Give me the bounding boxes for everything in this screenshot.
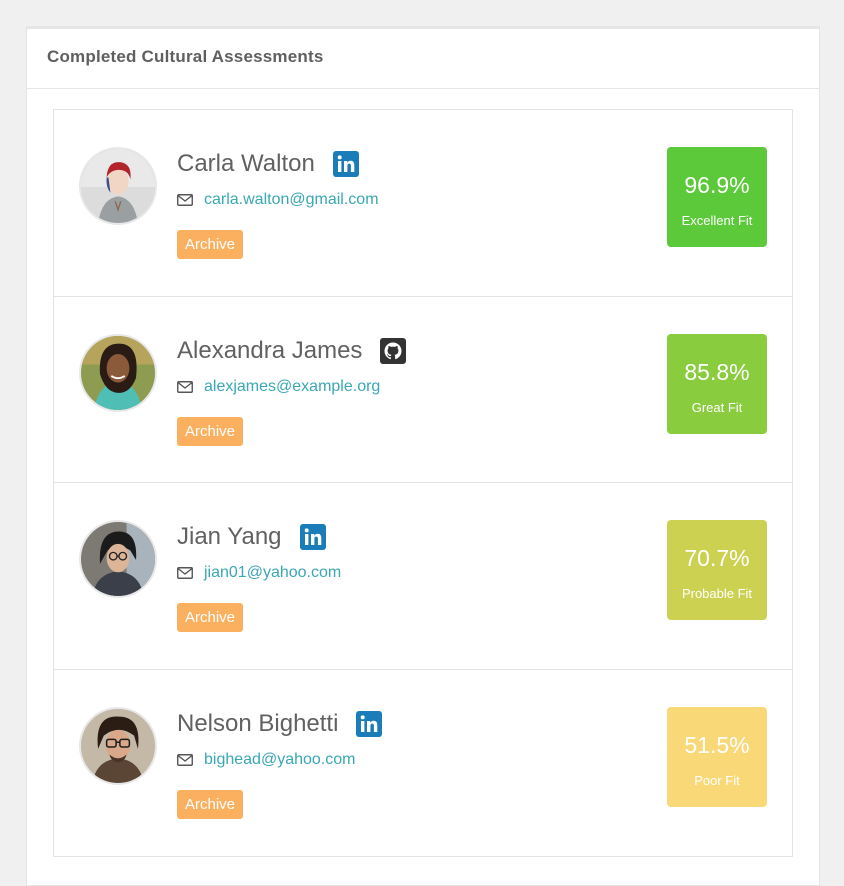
linkedin-icon[interactable]	[299, 524, 326, 550]
envelope-icon	[177, 567, 193, 579]
fit-score-label: Probable Fit	[681, 586, 753, 601]
archive-button[interactable]: Archive	[177, 230, 244, 259]
name-line: Carla Walton	[177, 148, 359, 180]
email-line: carla.walton@gmail.com	[177, 189, 379, 211]
candidate-name[interactable]: Alexandra James	[177, 337, 362, 365]
assessments-panel: Completed Cultural Assessments Carla Wal…	[26, 26, 820, 886]
panel-header: Completed Cultural Assessments	[27, 29, 819, 89]
candidate-name[interactable]: Jian Yang	[177, 523, 282, 551]
email-line: alexjames@example.org	[177, 376, 380, 398]
linkedin-icon[interactable]	[332, 151, 359, 177]
candidate-row: Alexandra James alexjames@example.org Ar…	[54, 297, 792, 483]
email-link[interactable]: bighead@yahoo.com	[204, 751, 355, 769]
envelope-icon	[177, 753, 193, 766]
envelope-icon	[177, 380, 193, 393]
fit-score-value: 70.7%	[684, 545, 750, 571]
archive-button[interactable]: Archive	[177, 416, 244, 446]
fit-score-value: 51.5%	[684, 731, 750, 758]
fit-score-badge: 85.8% Great Fit	[667, 333, 767, 434]
avatar-image	[81, 708, 155, 783]
email-line: jian01@yahoo.com	[177, 562, 341, 584]
email-link[interactable]: carla.walton@gmail.com	[204, 191, 379, 209]
linkedin-icon[interactable]	[356, 710, 383, 737]
github-icon[interactable]	[380, 337, 407, 364]
avatar-image	[81, 522, 155, 596]
fit-score-value: 85.8%	[684, 358, 750, 385]
name-line: Alexandra James	[177, 335, 407, 367]
candidate-list: Carla Walton carla.walton@gmail.com Arch…	[53, 109, 793, 857]
top-strip	[0, 0, 844, 22]
candidate-row: Nelson Bighetti bighead@yahoo.com Archiv…	[54, 670, 792, 857]
fit-score-badge: 70.7% Probable Fit	[667, 520, 767, 620]
email-link[interactable]: alexjames@example.org	[204, 378, 380, 396]
candidate-name[interactable]: Carla Walton	[177, 150, 315, 178]
email-line: bighead@yahoo.com	[177, 749, 355, 771]
avatar-image	[81, 335, 155, 410]
candidate-row: Carla Walton carla.walton@gmail.com Arch…	[54, 110, 792, 297]
panel-title: Completed Cultural Assessments	[47, 47, 324, 66]
avatar-image	[81, 149, 155, 223]
avatar	[79, 706, 157, 785]
archive-button[interactable]: Archive	[177, 789, 244, 819]
name-line: Jian Yang	[177, 521, 326, 553]
candidate-name[interactable]: Nelson Bighetti	[177, 710, 338, 738]
avatar	[79, 520, 157, 598]
fit-score-label: Excellent Fit	[681, 213, 753, 228]
avatar	[79, 147, 157, 225]
fit-score-value: 96.9%	[684, 172, 750, 198]
fit-score-label: Great Fit	[691, 399, 743, 415]
fit-score-badge: 96.9% Excellent Fit	[667, 147, 767, 247]
fit-score-label: Poor Fit	[694, 772, 740, 788]
fit-score-badge: 51.5% Poor Fit	[667, 706, 767, 807]
archive-button[interactable]: Archive	[177, 603, 244, 632]
name-line: Nelson Bighetti	[177, 708, 383, 740]
email-link[interactable]: jian01@yahoo.com	[204, 564, 341, 582]
avatar	[79, 333, 157, 412]
envelope-icon	[177, 194, 193, 206]
candidate-row: Jian Yang jian01@yahoo.com Archive 70.7%…	[54, 483, 792, 670]
